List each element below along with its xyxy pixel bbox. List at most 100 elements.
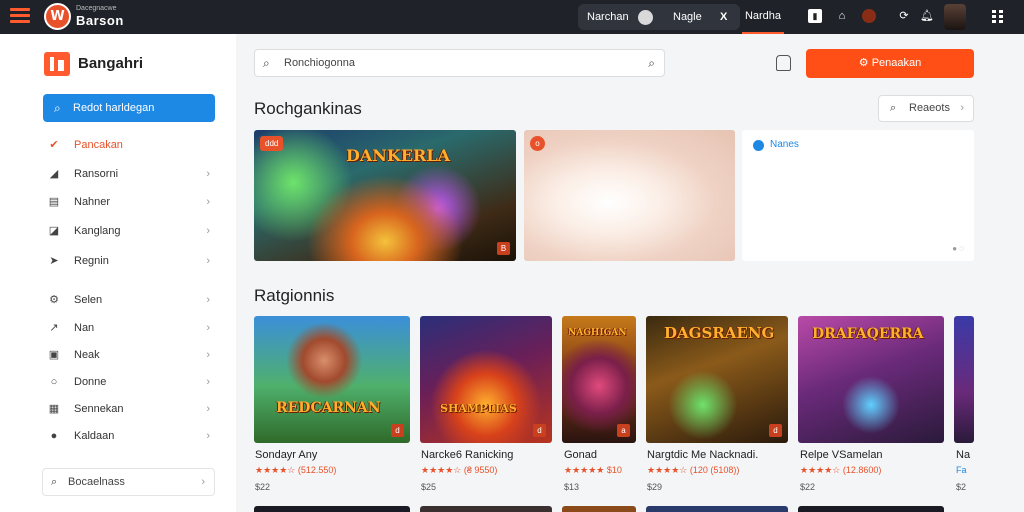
sidebar-item-11[interactable]: ● Kaldaan › <box>43 425 215 447</box>
game-rating: ★★★★☆ (12.8600) <box>800 465 882 475</box>
top-nav-item-2[interactable]: Nagle <box>673 4 702 30</box>
game-rating: ★★★★☆ (₴ 9550) <box>421 465 498 475</box>
game-price: $29 <box>647 482 663 492</box>
featured-card-2[interactable]: o <box>524 130 735 261</box>
search-input[interactable]: ⌕ Ronchiogonna ⌕ <box>254 49 665 77</box>
games-section-title: Ratgionnis <box>254 286 335 305</box>
game-card-1[interactable]: REDCARNAN d <box>254 316 410 443</box>
game-card-art <box>254 316 410 443</box>
featured-card-3[interactable]: Nanes ● ◌ <box>742 130 974 261</box>
apps-grid-icon[interactable] <box>992 10 1004 23</box>
game-card-5[interactable]: DRAFAQERRA <box>798 316 944 443</box>
sidebar-item-3[interactable]: ▤ Nahner › <box>43 191 215 213</box>
info-dot-icon <box>753 140 764 151</box>
sidebar-item-4[interactable]: ◪ Kanglang › <box>43 220 215 242</box>
next-row-card[interactable] <box>254 506 410 512</box>
close-icon[interactable]: X <box>720 4 727 30</box>
refresh-icon[interactable]: ⟳ <box>897 9 911 23</box>
sidebar-item-2[interactable]: ◢ Ransorni › <box>43 163 215 185</box>
toggle-icon[interactable] <box>638 10 653 25</box>
see-all-label: Reaeots <box>909 102 950 114</box>
game-rating: Fa <box>956 465 967 475</box>
card-tag-badge: o <box>530 136 545 151</box>
sidebar-item-10[interactable]: ▦ Sennekan › <box>43 398 215 420</box>
game-card-3[interactable]: NAGHIGAN a <box>562 316 636 443</box>
sidebar-item-9[interactable]: ○ Donne › <box>43 371 215 393</box>
game-price: $22 <box>800 482 816 492</box>
logo-subtitle: Dacegnacwe <box>76 5 117 12</box>
sidebar-item-7[interactable]: ↗ Nan › <box>43 317 215 339</box>
search-icon: ⌕ <box>54 101 61 115</box>
next-row-card[interactable] <box>562 506 636 512</box>
game-card-2[interactable]: SHAMPLIAS d <box>420 316 552 443</box>
sidebar-item-1[interactable]: ✔ Pancakan <box>43 134 215 156</box>
game-name[interactable]: Relpe VSamelan <box>800 449 883 461</box>
chevron-right-icon: › <box>206 225 210 237</box>
featured-card-title: DANKERLA <box>346 146 450 165</box>
notification-icon[interactable] <box>776 55 791 71</box>
see-all-button[interactable]: ⌕ Reaeots › <box>878 95 974 122</box>
chevron-right-icon: › <box>960 102 964 114</box>
bookmark-icon: ◢ <box>49 168 59 180</box>
sidebar-item-6[interactable]: ⚙ Selen › <box>43 289 215 311</box>
game-name[interactable]: Nargtdic Me Nacknadi. <box>647 449 758 461</box>
more-options-icon[interactable]: ● ◌ <box>952 244 964 253</box>
search-submit-icon[interactable]: ⌕ <box>648 50 655 76</box>
game-price: $25 <box>421 482 437 492</box>
cta-icon: ⚙ <box>858 57 872 69</box>
game-card-4[interactable]: DAGSRAENG d <box>646 316 788 443</box>
search-icon: ⌕ <box>263 56 270 70</box>
sidebar-item-label: Pancakan <box>74 139 123 151</box>
game-price: $2 <box>956 482 967 492</box>
sidebar-item-label: Donne <box>74 376 107 388</box>
logo-text: Dacegnacwe Barson <box>76 5 124 28</box>
home-icon[interactable]: ⌂ <box>835 9 849 23</box>
next-row-card[interactable] <box>420 506 552 512</box>
game-name[interactable]: Gonad <box>564 449 597 461</box>
top-nav-item-1[interactable]: Narchan <box>587 4 629 30</box>
sidebar-search-button[interactable]: ⌕ Bocaelnass › <box>42 468 215 496</box>
game-rating: ★★★★☆ (512.550) <box>255 465 337 475</box>
chevron-right-icon: › <box>206 196 210 208</box>
card-corner-badge: d <box>391 424 404 437</box>
featured-card-label: Nanes <box>770 139 799 150</box>
cta-button[interactable]: ⚙ Penaakan <box>806 49 974 78</box>
sidebar-item-label: Sennekan <box>74 403 124 415</box>
top-nav-item-active[interactable]: Nardha <box>742 0 784 34</box>
gear-icon: ⚙ <box>49 294 59 306</box>
bell-icon[interactable]: 🔔︎ <box>920 9 934 23</box>
sidebar-item-label: Regnin <box>74 255 109 267</box>
sidebar-item-label: Selen <box>74 294 103 306</box>
game-rating: ★★★★☆ (120 (5108)) <box>647 465 740 475</box>
profile-avatar[interactable] <box>944 4 966 30</box>
game-card-art-title: NAGHIGAN <box>568 328 627 338</box>
chevron-right-icon: › <box>206 294 210 306</box>
document-icon[interactable]: ▮ <box>808 9 822 23</box>
search-icon: ⌕ <box>890 102 897 114</box>
logo-badge[interactable]: W <box>44 3 71 30</box>
hamburger-menu-icon[interactable] <box>10 8 30 24</box>
tag-icon: ◪ <box>48 225 60 237</box>
chevron-right-icon: › <box>206 349 210 361</box>
sidebar-item-label: Kaldaan <box>74 430 115 442</box>
featured-card-1[interactable]: ddd DANKERLA B <box>254 130 516 261</box>
game-name[interactable]: Sondayr Any <box>255 449 317 461</box>
sidebar-item-8[interactable]: ▣ Neak › <box>43 344 215 366</box>
sidebar-primary-button[interactable]: ⌕ Redot harldegan <box>43 94 215 122</box>
game-name[interactable]: Narcke6 Ranicking <box>421 449 513 461</box>
game-card-6[interactable] <box>954 316 974 443</box>
user-avatar-icon[interactable] <box>862 9 876 23</box>
send-icon: ➤ <box>49 255 59 267</box>
game-name[interactable]: Na <box>956 449 974 461</box>
image-icon: ▣ <box>48 349 60 361</box>
next-row-card[interactable] <box>646 506 788 512</box>
featured-section-title: Rochgankinas <box>254 99 362 118</box>
next-row-card[interactable] <box>798 506 944 512</box>
sidebar-item-label: Nahner <box>74 196 111 208</box>
sidebar-item-label: Neak <box>74 349 100 361</box>
search-icon: ⌕ <box>51 476 58 488</box>
grid-icon: ▦ <box>48 403 60 415</box>
sidebar-item-5[interactable]: ➤ Regnin › <box>43 250 215 272</box>
arrow-icon: ↗ <box>49 322 59 334</box>
card-corner-badge: d <box>533 424 546 437</box>
